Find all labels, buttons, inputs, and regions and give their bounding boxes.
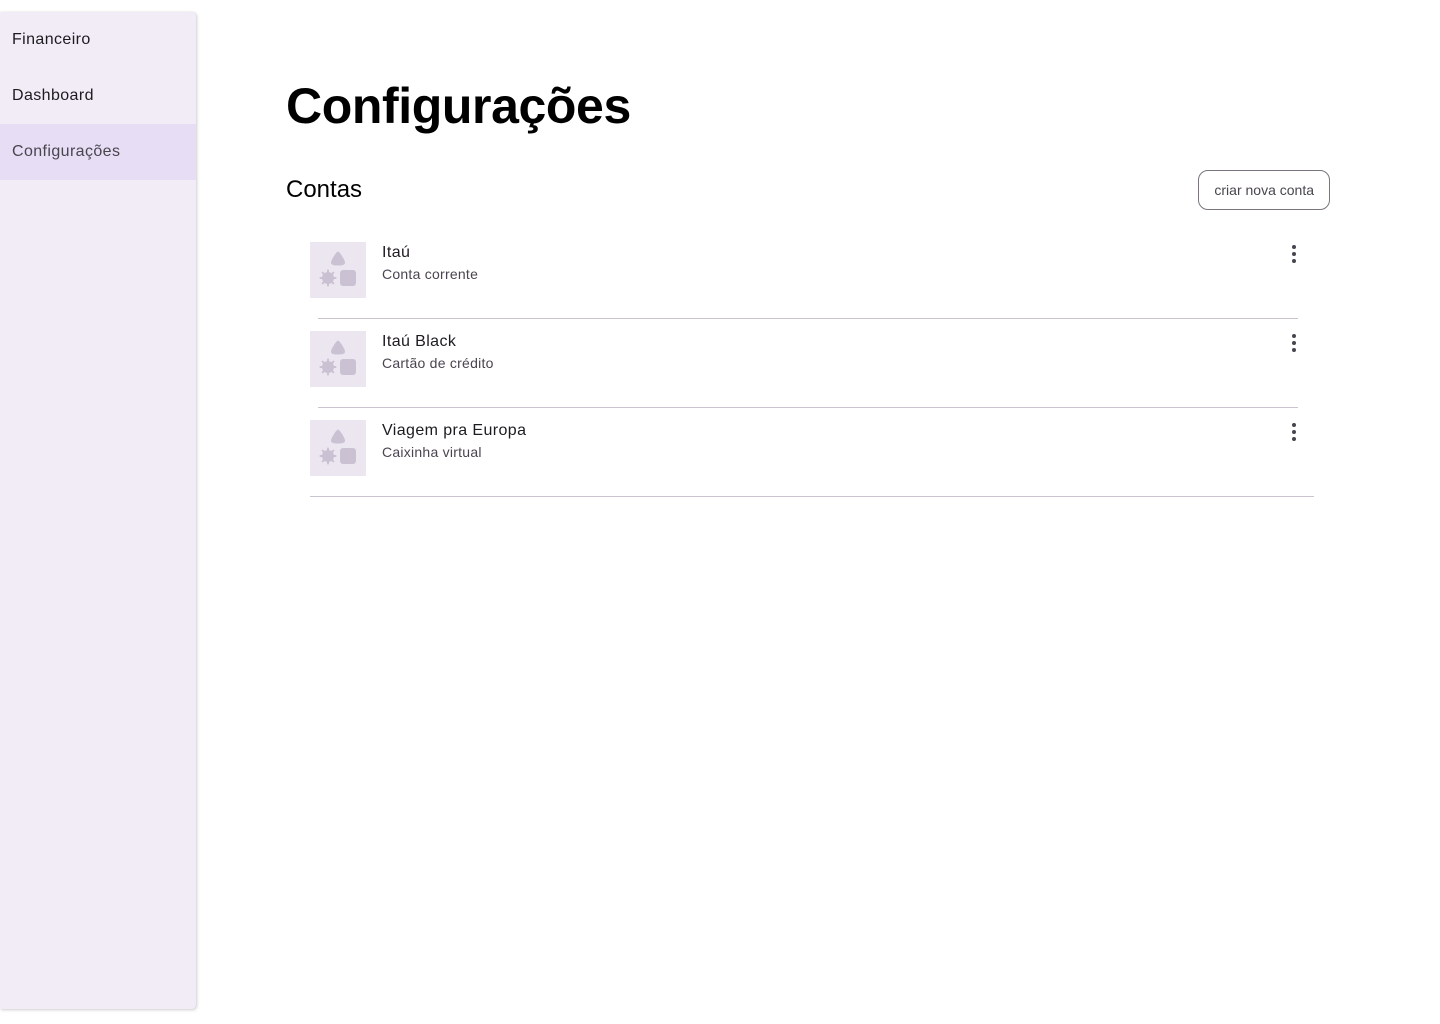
sidebar-item-configuracoes[interactable]: Configurações	[0, 124, 196, 180]
account-name: Itaú	[382, 244, 411, 261]
divider	[318, 407, 1298, 408]
more-vert-icon[interactable]	[1282, 420, 1306, 444]
account-name: Itaú Black	[382, 333, 457, 350]
page-title: Configurações	[286, 78, 631, 134]
sidebar-item-label: Dashboard	[12, 87, 94, 104]
divider	[318, 318, 1298, 319]
list-item-texts: Viagem pra Europa Caixinha virtual	[382, 420, 526, 462]
sidebar-item-dashboard[interactable]: Dashboard	[0, 68, 196, 124]
shapes-placeholder-icon	[310, 420, 366, 476]
sidebar: Financeiro Dashboard Configurações	[0, 12, 196, 1009]
account-type: Cartão de crédito	[382, 355, 494, 371]
sidebar-item-label: Financeiro	[12, 31, 91, 48]
accounts-list: Itaú Conta corrente Itaú Black Cartão de…	[310, 242, 1314, 509]
list-item[interactable]: Itaú Conta corrente	[310, 242, 1306, 331]
list-item-texts: Itaú Conta corrente	[382, 242, 478, 284]
list-item-texts: Itaú Black Cartão de crédito	[382, 331, 494, 373]
divider	[310, 496, 1314, 497]
list-item[interactable]: Viagem pra Europa Caixinha virtual	[310, 420, 1314, 509]
list-item[interactable]: Itaú Black Cartão de crédito	[310, 331, 1306, 420]
create-account-button[interactable]: criar nova conta	[1198, 170, 1330, 210]
account-type: Conta corrente	[382, 266, 479, 282]
sidebar-item-financeiro[interactable]: Financeiro	[0, 12, 196, 68]
shapes-placeholder-icon	[310, 331, 366, 387]
section-title: Contas	[286, 176, 363, 203]
accounts-section-header: Contas criar nova conta	[286, 170, 1330, 210]
account-name: Viagem pra Europa	[382, 422, 527, 439]
more-vert-icon[interactable]	[1282, 242, 1306, 266]
shapes-placeholder-icon	[310, 242, 366, 298]
account-type: Caixinha virtual	[382, 444, 482, 460]
sidebar-item-label: Configurações	[12, 143, 121, 160]
more-vert-icon[interactable]	[1282, 331, 1306, 355]
